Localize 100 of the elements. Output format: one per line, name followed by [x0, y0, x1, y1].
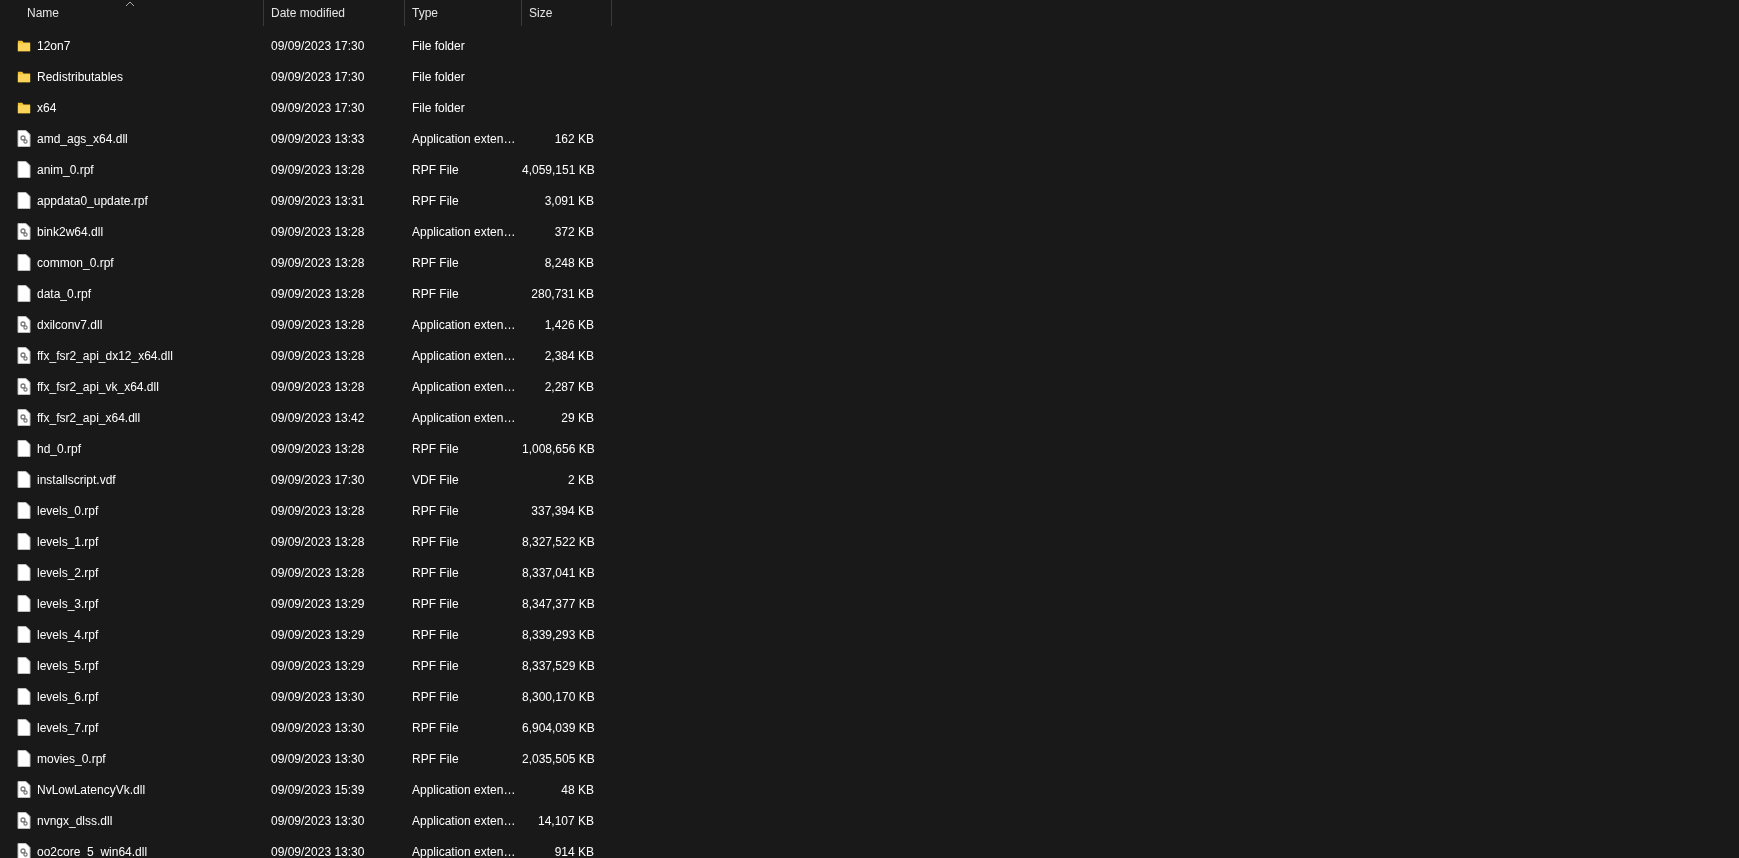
file-size: 1,426 KB — [544, 317, 594, 332]
date-modified: 09/09/2023 17:30 — [271, 69, 365, 84]
column-header[interactable]: Date modified — [264, 0, 405, 26]
date-modified: 09/09/2023 13:29 — [271, 627, 365, 642]
date-modified: 09/09/2023 13:28 — [271, 286, 365, 301]
file-type: RPF File — [412, 286, 459, 301]
file-size: 6,904,039 KB — [522, 720, 595, 735]
file-name[interactable]: levels_5.rpf — [37, 658, 99, 673]
file-name[interactable]: ffx_fsr2_api_x64.dll — [37, 410, 141, 425]
file-type: Application exten… — [412, 317, 516, 332]
date-modified: 09/09/2023 13:28 — [271, 162, 365, 177]
file-type: RPF File — [412, 658, 459, 673]
file-name[interactable]: NvLowLatencyVk.dll — [37, 782, 146, 797]
file-name[interactable]: anim_0.rpf — [37, 162, 94, 177]
file-size: 8,327,522 KB — [522, 534, 595, 549]
date-modified: 09/09/2023 15:39 — [271, 782, 365, 797]
file-size: 8,339,293 KB — [522, 627, 595, 642]
file-size: 337,394 KB — [531, 503, 594, 518]
file-name[interactable]: movies_0.rpf — [37, 751, 106, 766]
date-modified: 09/09/2023 13:29 — [271, 658, 365, 673]
date-modified: 09/09/2023 13:30 — [271, 689, 365, 704]
file-name[interactable]: nvngx_dlss.dll — [37, 813, 113, 828]
file-type: RPF File — [412, 162, 459, 177]
file-type: File folder — [412, 100, 465, 115]
file-type: RPF File — [412, 689, 459, 704]
file-type: Application exten… — [412, 131, 516, 146]
date-modified: 09/09/2023 13:28 — [271, 565, 365, 580]
file-name[interactable]: ffx_fsr2_api_vk_x64.dll — [37, 379, 159, 394]
file-name[interactable]: common_0.rpf — [37, 255, 114, 270]
date-modified: 09/09/2023 13:29 — [271, 596, 365, 611]
file-type: RPF File — [412, 441, 459, 456]
file-name[interactable]: levels_4.rpf — [37, 627, 99, 642]
column-header[interactable]: Name — [0, 0, 264, 26]
file-type: RPF File — [412, 720, 459, 735]
file-name[interactable]: amd_ags_x64.dll — [37, 131, 128, 146]
file-type: RPF File — [412, 596, 459, 611]
file-type: Application exten… — [412, 224, 516, 239]
file-size: 14,107 KB — [537, 813, 594, 828]
file-name[interactable]: levels_1.rpf — [37, 534, 99, 549]
date-modified: 09/09/2023 13:28 — [271, 379, 365, 394]
file-type: RPF File — [412, 534, 459, 549]
file-name[interactable]: data_0.rpf — [37, 286, 92, 301]
file-size: 280,731 KB — [531, 286, 594, 301]
file-size: 8,300,170 KB — [522, 689, 595, 704]
file-size: 2 KB — [568, 472, 594, 487]
column-header[interactable]: Size — [522, 0, 612, 26]
file-type: RPF File — [412, 565, 459, 580]
column-header[interactable]: Type — [405, 0, 522, 26]
file-type: Application exten… — [412, 410, 516, 425]
file-name[interactable]: 12on7 — [37, 38, 71, 53]
file-size: 8,248 KB — [544, 255, 594, 270]
file-type: Application exten… — [412, 379, 516, 394]
date-modified: 09/09/2023 13:33 — [271, 131, 365, 146]
file-name[interactable]: levels_0.rpf — [37, 503, 99, 518]
file-size: 8,347,377 KB — [522, 596, 595, 611]
file-type: RPF File — [412, 751, 459, 766]
date-modified: 09/09/2023 13:28 — [271, 317, 365, 332]
file-size: 8,337,041 KB — [522, 565, 595, 580]
file-type: RPF File — [412, 193, 459, 208]
file-name[interactable]: x64 — [37, 100, 57, 115]
date-modified: 09/09/2023 13:28 — [271, 503, 365, 518]
file-name[interactable]: levels_6.rpf — [37, 689, 99, 704]
file-name[interactable]: appdata0_update.rpf — [37, 193, 148, 208]
file-name[interactable]: hd_0.rpf — [37, 441, 82, 456]
date-modified: 09/09/2023 13:30 — [271, 720, 365, 735]
file-name[interactable]: levels_2.rpf — [37, 565, 99, 580]
file-type: Application exten… — [412, 844, 516, 858]
file-size: 2,035,505 KB — [522, 751, 595, 766]
file-name[interactable]: bink2w64.dll — [37, 224, 104, 239]
date-modified: 09/09/2023 13:31 — [271, 193, 365, 208]
date-modified: 09/09/2023 13:30 — [271, 844, 365, 858]
file-type: VDF File — [412, 472, 459, 487]
file-size: 8,337,529 KB — [522, 658, 595, 673]
file-size: 914 KB — [554, 844, 594, 858]
file-name[interactable]: dxilconv7.dll — [37, 317, 103, 332]
file-size: 48 KB — [561, 782, 594, 797]
file-size: 3,091 KB — [544, 193, 594, 208]
file-type: RPF File — [412, 503, 459, 518]
date-modified: 09/09/2023 17:30 — [271, 100, 365, 115]
file-size: 4,059,151 KB — [522, 162, 595, 177]
date-modified: 09/09/2023 13:30 — [271, 751, 365, 766]
file-name[interactable]: oo2core_5_win64.dll — [37, 844, 148, 858]
file-type: File folder — [412, 69, 465, 84]
file-size: 1,008,656 KB — [522, 441, 595, 456]
date-modified: 09/09/2023 13:28 — [271, 534, 365, 549]
file-type: Application exten… — [412, 813, 516, 828]
file-type: Application exten… — [412, 348, 516, 363]
file-name[interactable]: Redistributables — [37, 69, 124, 84]
date-modified: 09/09/2023 17:30 — [271, 472, 365, 487]
file-name[interactable]: levels_3.rpf — [37, 596, 99, 611]
file-name[interactable]: installscript.vdf — [37, 472, 116, 487]
file-name[interactable]: levels_7.rpf — [37, 720, 99, 735]
date-modified: 09/09/2023 13:42 — [271, 410, 365, 425]
date-modified: 09/09/2023 13:28 — [271, 348, 365, 363]
file-type: File folder — [412, 38, 465, 53]
file-size: 372 KB — [554, 224, 594, 239]
date-modified: 09/09/2023 13:28 — [271, 441, 365, 456]
file-type: RPF File — [412, 255, 459, 270]
file-size: 162 KB — [554, 131, 594, 146]
file-name[interactable]: ffx_fsr2_api_dx12_x64.dll — [37, 348, 173, 363]
